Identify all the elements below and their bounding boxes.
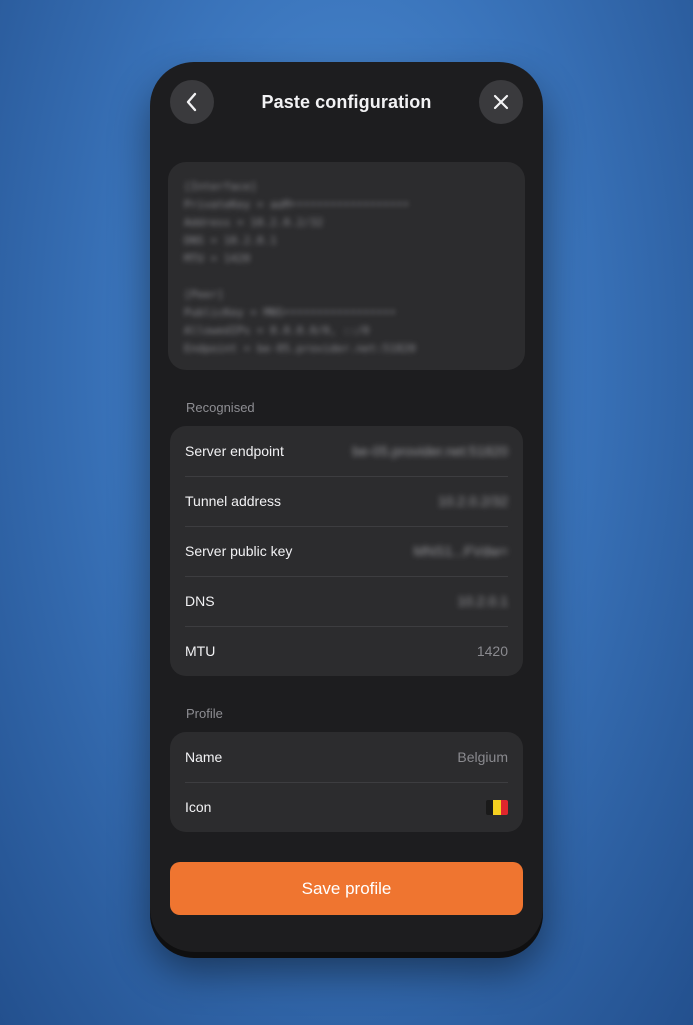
profile-name-row[interactable]: Name Belgium [170, 732, 523, 782]
page-title: Paste configuration [261, 92, 432, 112]
profile-name-label: Name [185, 749, 223, 765]
mtu-row: MTU 1420 [170, 626, 523, 676]
flag-stripe-red [500, 799, 508, 815]
back-button[interactable] [170, 80, 214, 124]
save-profile-button[interactable]: Save profile [170, 862, 523, 915]
close-icon [493, 94, 509, 110]
mtu-value: 1420 [476, 643, 508, 659]
chevron-left-icon [186, 92, 197, 112]
server-public-key-value: MNS1...FVdw= [413, 543, 508, 559]
dns-value: 10.2.0.1 [457, 593, 508, 609]
profile-name-value[interactable]: Belgium [457, 749, 508, 765]
tunnel-address-value: 10.2.0.2/32 [437, 493, 508, 509]
tunnel-address-row: Tunnel address 10.2.0.2/32 [170, 476, 523, 526]
profile-section-label: Profile [186, 706, 223, 721]
app-window: Paste configuration [Interface] PrivateK… [150, 62, 543, 952]
recognised-card: Server endpoint be-05.provider.net:51820… [170, 426, 523, 676]
recognised-section-label: Recognised [186, 400, 255, 415]
mtu-label: MTU [185, 643, 216, 659]
flag-stripe-yellow [493, 799, 501, 815]
dns-label: DNS [185, 593, 215, 609]
profile-icon-label: Icon [185, 799, 212, 815]
close-button[interactable] [479, 80, 523, 124]
dns-row: DNS 10.2.0.1 [170, 576, 523, 626]
header: Paste configuration [150, 80, 543, 124]
server-endpoint-row: Server endpoint be-05.provider.net:51820 [170, 426, 523, 476]
flag-stripe-black [486, 799, 494, 815]
server-endpoint-value: be-05.provider.net:51820 [352, 443, 508, 459]
tunnel-address-label: Tunnel address [185, 493, 281, 509]
profile-card: Name Belgium Icon [170, 732, 523, 832]
config-textarea[interactable]: [Interface] PrivateKey = aoM••••••••••••… [168, 162, 525, 370]
belgium-flag-icon[interactable] [486, 799, 508, 815]
config-text: [Interface] PrivateKey = aoM••••••••••••… [184, 180, 416, 355]
server-endpoint-label: Server endpoint [185, 443, 284, 459]
profile-icon-row[interactable]: Icon [170, 782, 523, 832]
server-public-key-label: Server public key [185, 543, 293, 559]
server-public-key-row: Server public key MNS1...FVdw= [170, 526, 523, 576]
